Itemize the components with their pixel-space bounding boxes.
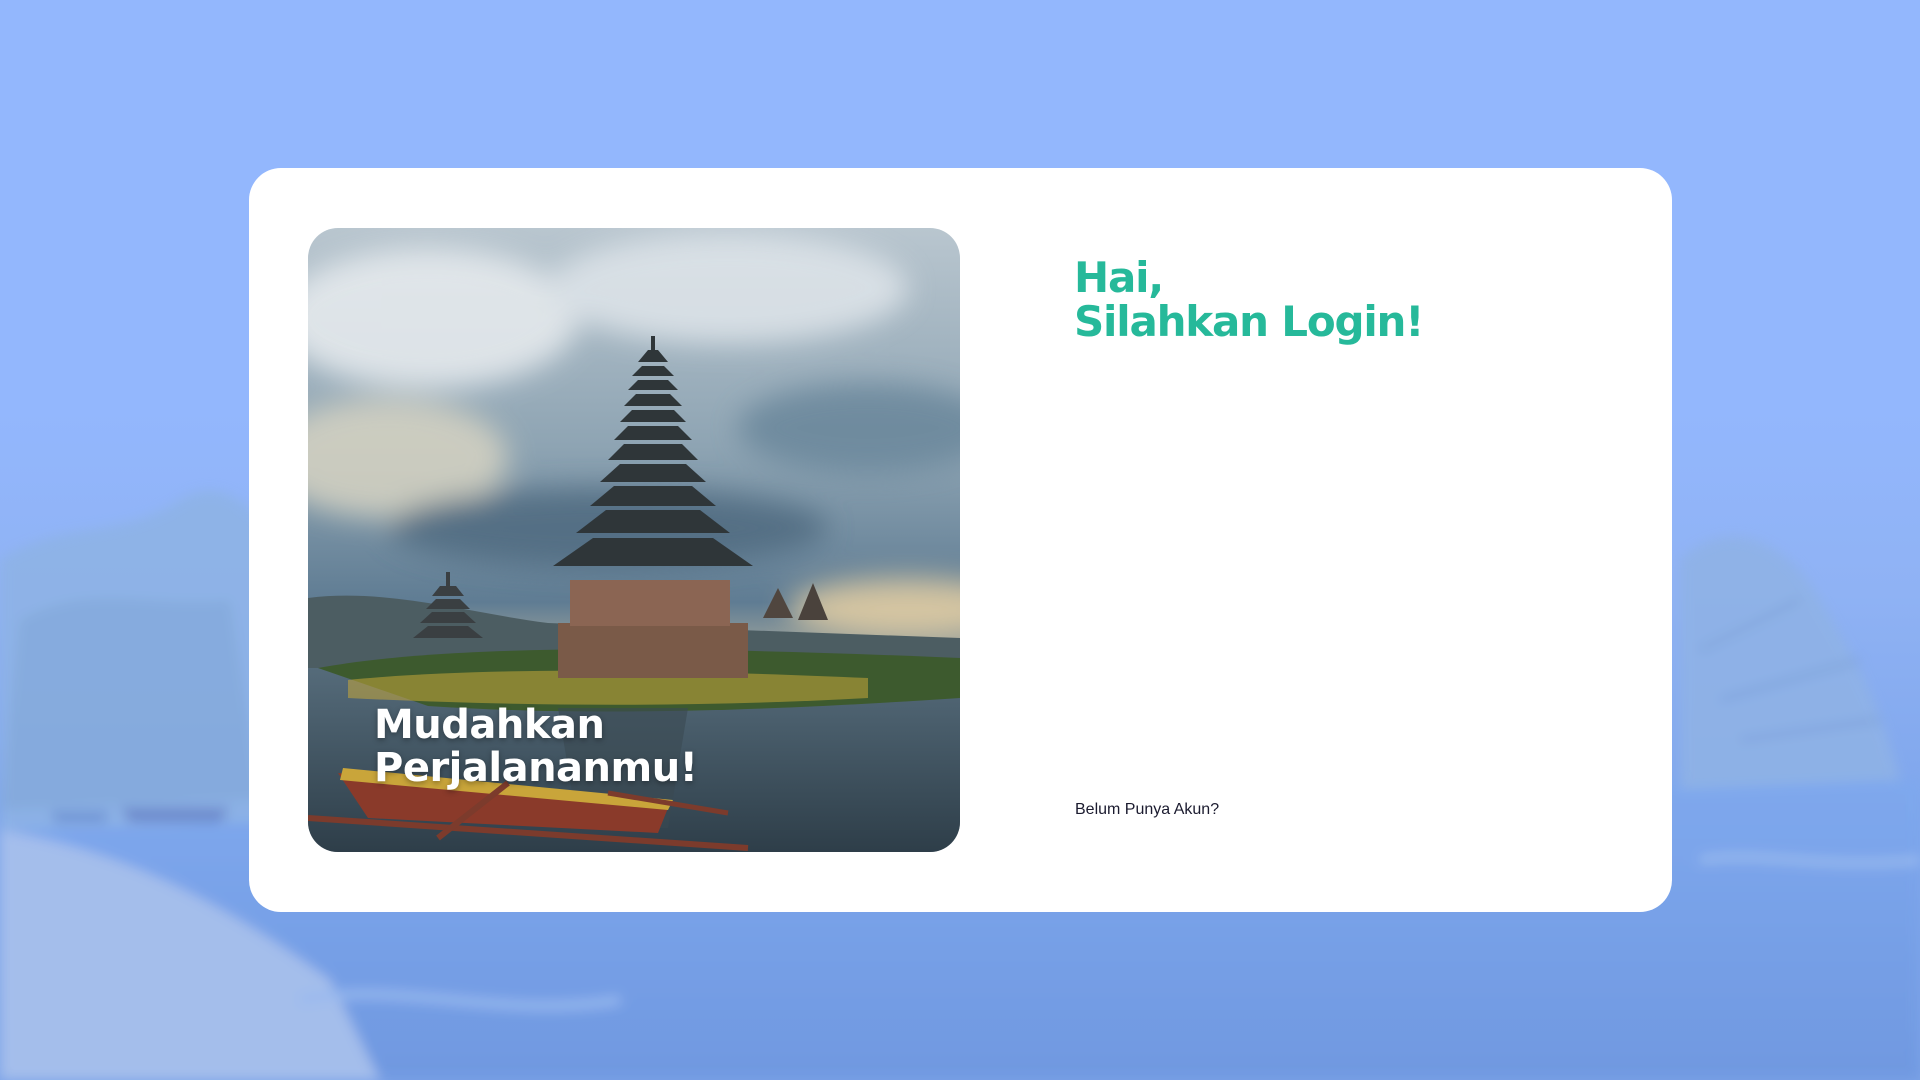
hero-caption-line1: Mudahkan — [374, 702, 605, 748]
hero-image-panel: Mudahkan Perjalananmu! — [308, 228, 960, 852]
hero-caption-line2: Perjalananmu! — [374, 745, 698, 791]
greeting-line1: Hai, — [1074, 253, 1164, 302]
greeting-line2: Silahkan Login! — [1074, 297, 1424, 346]
hero-caption: Mudahkan Perjalananmu! — [374, 702, 698, 791]
login-card: Mudahkan Perjalananmu! Hai, Silahkan Log… — [249, 168, 1672, 912]
login-greeting: Hai, Silahkan Login! — [1074, 253, 1424, 346]
signup-prompt: Belum Punya Akun? — [1075, 801, 1220, 818]
login-page: Mudahkan Perjalananmu! Hai, Silahkan Log… — [0, 0, 1920, 1080]
